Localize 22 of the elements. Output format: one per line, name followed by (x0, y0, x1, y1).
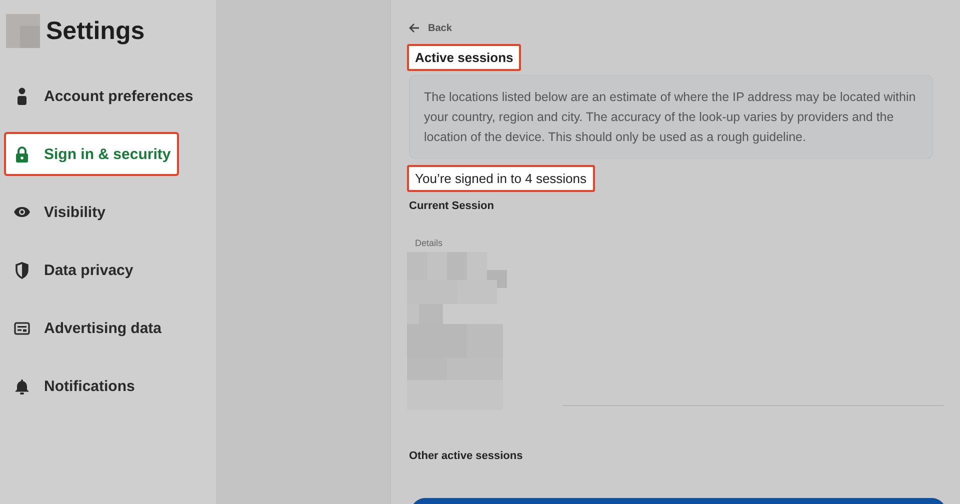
current-session-heading: Current Session (409, 200, 495, 212)
sidebar-item[interactable]: Account preferences (4, 74, 202, 118)
avatar (6, 14, 40, 48)
sessions-summary: You’re signed in to 4 sessions (407, 165, 595, 192)
notice-text: The locations listed below are an estimate of where the IP address may be located within your country, region and city. The accuracy of the look-up varies by providers and the location of the device. This should only be used as a rough guideline. (409, 75, 933, 159)
sidebar-item[interactable]: Advertising data (4, 306, 178, 350)
sidebar-item[interactable]: Notifications (4, 364, 178, 408)
sidebar-item[interactable]: Visibility (4, 190, 178, 234)
eye-icon (13, 206, 31, 218)
back-link[interactable]: Back (409, 22, 452, 34)
lock-icon (15, 146, 29, 162)
section-heading: Active sessions (407, 44, 522, 71)
other-sessions-heading: Other active sessions (409, 450, 524, 462)
card-icon (14, 322, 30, 334)
back-arrow-icon (409, 23, 420, 33)
shield-icon (15, 262, 29, 278)
sidebar-item[interactable]: Data privacy (4, 248, 178, 292)
details-label: Details (415, 238, 444, 248)
sidebar-item[interactable]: Sign in & security (4, 132, 179, 176)
bell-icon (14, 378, 30, 394)
person-icon (16, 87, 28, 105)
settings-title: Settings (46, 16, 145, 46)
